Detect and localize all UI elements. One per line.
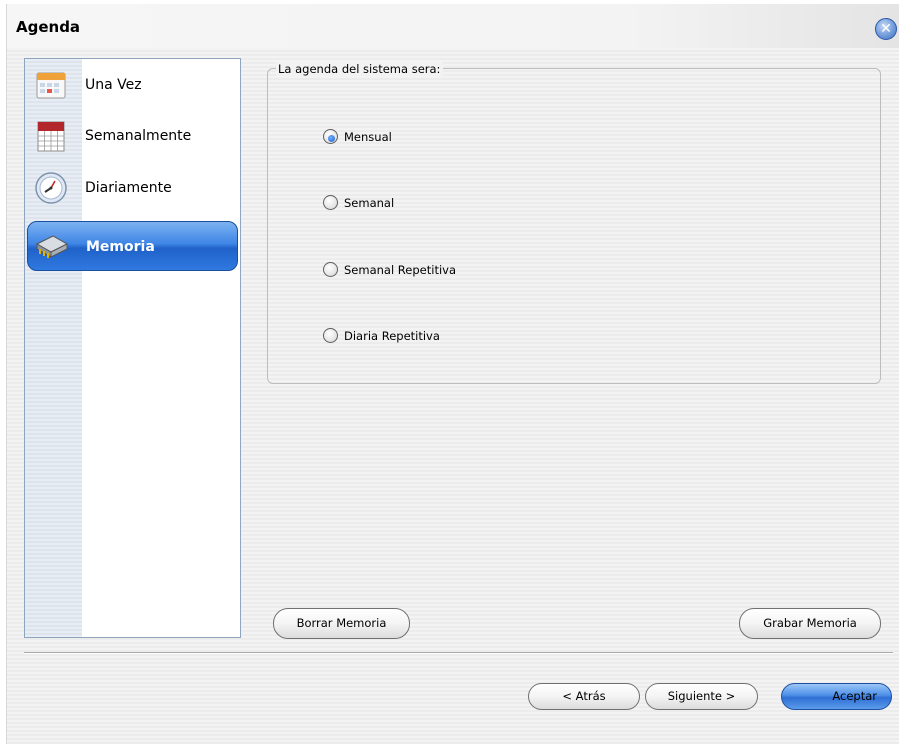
radio-label: Mensual — [344, 130, 392, 144]
radio-button[interactable] — [323, 195, 338, 210]
nav-item-una-vez[interactable]: Una Vez — [27, 60, 238, 110]
memory-chip-icon — [35, 235, 69, 258]
radio-dot-icon — [328, 135, 335, 142]
next-button[interactable]: Siguiente > — [645, 683, 758, 710]
nav-item-diariamente[interactable]: Diariamente — [27, 163, 238, 213]
calendar-icon — [36, 72, 66, 99]
weekly-calendar-icon — [37, 121, 65, 152]
accept-button[interactable]: Aceptar — [781, 683, 892, 710]
radio-label: Semanal — [344, 196, 395, 210]
nav-item-label: Diariamente — [85, 180, 172, 196]
radio-label: Diaria Repetitiva — [344, 329, 440, 343]
schedule-group-label: La agenda del sistema sera: — [276, 62, 444, 76]
nav-item-label: Memoria — [86, 239, 155, 255]
radio-button[interactable] — [323, 262, 338, 277]
nav-item-label: Semanalmente — [85, 128, 192, 144]
nav-item-label: Una Vez — [85, 77, 142, 93]
clear-memory-button[interactable]: Borrar Memoria — [273, 608, 410, 639]
footer-separator — [24, 652, 893, 654]
radio-button[interactable] — [323, 328, 338, 343]
title-bar: Agenda ✕ — [7, 4, 899, 48]
nav-item-semanalmente[interactable]: Semanalmente — [27, 111, 238, 161]
radio-button-checked[interactable] — [323, 129, 338, 144]
close-button[interactable]: ✕ — [875, 18, 897, 40]
nav-item-memoria[interactable]: Memoria — [27, 221, 238, 271]
schedule-type-nav: Una Vez Semanalmente Diariamente Memoria — [24, 58, 241, 638]
radio-label: Semanal Repetitiva — [344, 263, 456, 277]
clock-icon — [35, 172, 67, 204]
dialog-title: Agenda — [16, 18, 81, 36]
save-memory-button[interactable]: Grabar Memoria — [739, 608, 881, 639]
back-button[interactable]: < Atrás — [528, 683, 640, 710]
close-icon: ✕ — [880, 21, 892, 37]
